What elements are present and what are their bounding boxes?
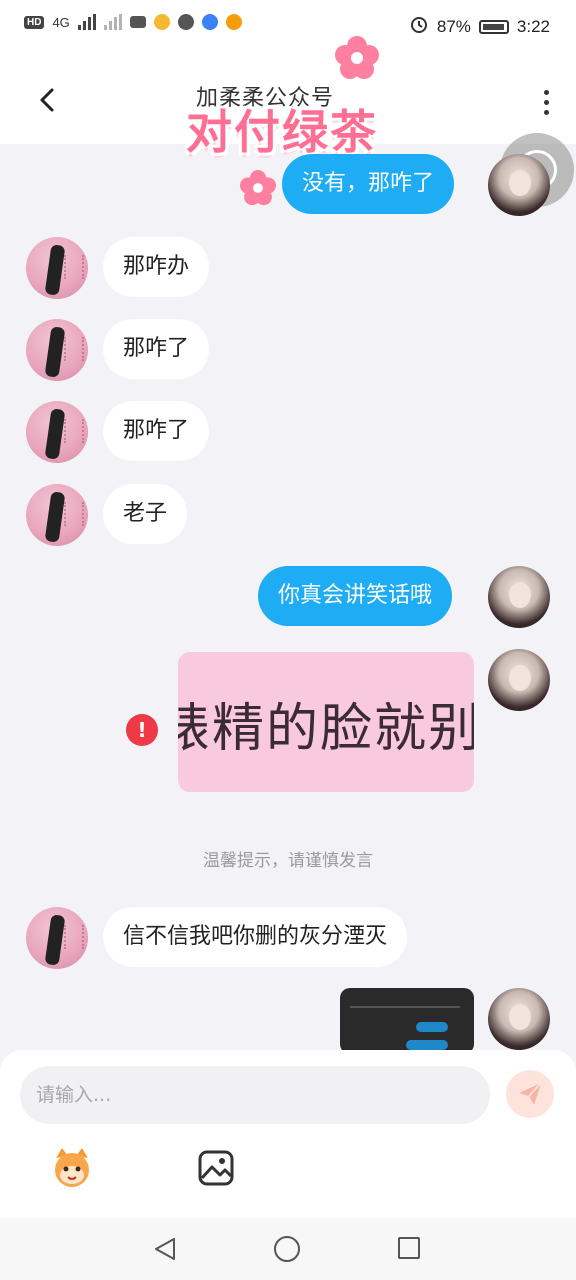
send-icon xyxy=(519,1082,542,1105)
image-message[interactable] xyxy=(340,988,474,1054)
message-bubble-incoming[interactable]: 信不信我吧你删的灰分湮灭 xyxy=(103,907,408,967)
message-bubble-incoming[interactable]: 那咋了 xyxy=(103,401,210,461)
avatar[interactable] xyxy=(26,484,88,546)
app-notification-icon xyxy=(153,14,170,30)
avatar[interactable] xyxy=(488,649,550,711)
avatar[interactable] xyxy=(26,319,88,381)
message-bubble-outgoing[interactable]: 没有，那咋了 xyxy=(282,154,455,214)
emoji-icon xyxy=(55,1148,89,1187)
message-bubble-incoming[interactable]: 老子 xyxy=(103,484,188,544)
clock-time: 3:22 xyxy=(516,16,550,36)
avatar[interactable] xyxy=(488,988,550,1050)
alarm-icon xyxy=(409,14,429,39)
send-button[interactable] xyxy=(506,1070,554,1118)
more-options-button[interactable] xyxy=(538,90,554,122)
network-type: 4G xyxy=(52,14,70,30)
nav-back-icon[interactable] xyxy=(152,1236,178,1262)
flower-sticker-icon xyxy=(335,36,379,79)
status-left-indicators: HD 4G xyxy=(24,14,242,30)
battery-icon xyxy=(478,19,509,34)
image-icon xyxy=(198,1150,234,1186)
message-input[interactable] xyxy=(20,1066,490,1124)
nav-recent-icon[interactable] xyxy=(398,1237,420,1259)
status-right-indicators: 87% 3:22 xyxy=(409,14,550,39)
browser-icon xyxy=(201,14,218,30)
video-app-icon xyxy=(129,16,146,28)
send-failed-icon[interactable]: ! xyxy=(126,714,158,746)
more-vertical-icon xyxy=(543,90,549,95)
avatar[interactable] xyxy=(26,237,88,299)
system-nav-bar xyxy=(0,1218,576,1280)
nav-home-icon[interactable] xyxy=(274,1236,300,1262)
status-bar: HD 4G 87% 3:22 xyxy=(0,0,576,52)
sticker-message[interactable]: 婊精的脸就别惯 xyxy=(178,652,474,792)
hd-indicator: HD xyxy=(24,15,45,29)
input-panel xyxy=(0,1050,576,1218)
avatar[interactable] xyxy=(26,907,88,969)
signal-icon-2 xyxy=(103,14,122,30)
wechat-icon xyxy=(177,14,194,30)
image-button[interactable] xyxy=(198,1150,234,1186)
message-bubble-incoming[interactable]: 那咋办 xyxy=(103,237,210,297)
back-button[interactable] xyxy=(34,86,62,114)
message-bubble-incoming[interactable]: 那咋了 xyxy=(103,319,210,379)
flower-sticker-icon xyxy=(240,170,276,206)
emoji-button[interactable] xyxy=(48,1144,96,1192)
sticker-text: 婊精的脸就别惯 xyxy=(178,699,474,759)
message-bubble-outgoing[interactable]: 你真会讲笑话哦 xyxy=(258,566,453,626)
avatar[interactable] xyxy=(488,154,550,216)
system-tip: 温馨提示，请谨慎发言 xyxy=(203,851,373,871)
battery-percent: 87% xyxy=(436,16,471,36)
pinwheel-icon xyxy=(225,14,242,30)
signal-icon xyxy=(77,14,96,30)
overlay-caption: 对付绿茶 xyxy=(186,105,378,159)
avatar[interactable] xyxy=(26,401,88,463)
avatar[interactable] xyxy=(488,566,550,628)
chevron-left-icon xyxy=(40,88,54,112)
